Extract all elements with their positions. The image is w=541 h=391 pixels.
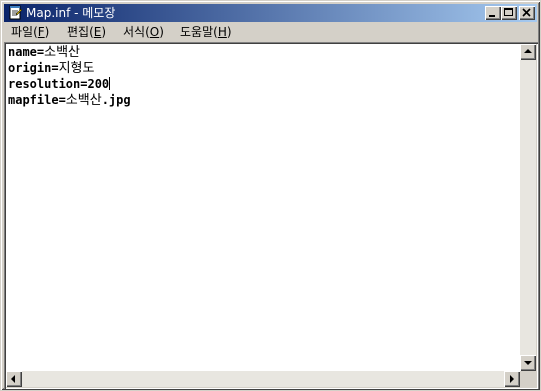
notepad-icon[interactable]: [7, 5, 23, 21]
text-editor[interactable]: name=소백산 origin=지형도 resolution=200 mapfi…: [4, 42, 538, 389]
vertical-scrollbar[interactable]: [520, 44, 536, 371]
menu-edit[interactable]: 편집(E): [67, 24, 106, 41]
menu-bar: 파일(F) 편집(E) 서식(O) 도움말(H): [4, 23, 537, 42]
window-title: Map.inf - 메모장: [26, 6, 116, 20]
scroll-down-button[interactable]: [520, 355, 536, 371]
maximize-icon: [504, 8, 513, 16]
arrow-right-icon: [510, 375, 514, 383]
close-icon: [522, 8, 531, 17]
arrow-down-icon: [524, 361, 532, 365]
scroll-right-button[interactable]: [504, 371, 520, 387]
scroll-up-button[interactable]: [520, 44, 536, 60]
menu-help[interactable]: 도움말(H): [180, 24, 232, 41]
minimize-button[interactable]: [485, 6, 501, 20]
notepad-window: Map.inf - 메모장 파일(F) 편집(E) 서식(O) 도움말(H) n…: [0, 0, 541, 391]
text-line: mapfile=소백산.jpg: [8, 93, 131, 108]
text-line: resolution=200: [8, 77, 111, 91]
horizontal-scrollbar[interactable]: [6, 371, 520, 387]
arrow-left-icon: [11, 375, 15, 383]
scrollbar-corner: [520, 371, 536, 387]
title-bar[interactable]: Map.inf - 메모장: [4, 4, 537, 22]
scroll-left-button[interactable]: [6, 371, 22, 387]
maximize-button[interactable]: [501, 6, 517, 20]
arrow-up-icon: [524, 49, 532, 53]
text-line: name=소백산: [8, 45, 81, 60]
text-caret: [109, 77, 111, 90]
minimize-icon: [489, 15, 495, 17]
close-button[interactable]: [519, 6, 535, 20]
menu-format[interactable]: 서식(O): [123, 24, 164, 41]
editor-text-area[interactable]: name=소백산 origin=지형도 resolution=200 mapfi…: [8, 44, 516, 368]
text-line: origin=지형도: [8, 61, 95, 76]
menu-file[interactable]: 파일(F): [11, 24, 49, 41]
